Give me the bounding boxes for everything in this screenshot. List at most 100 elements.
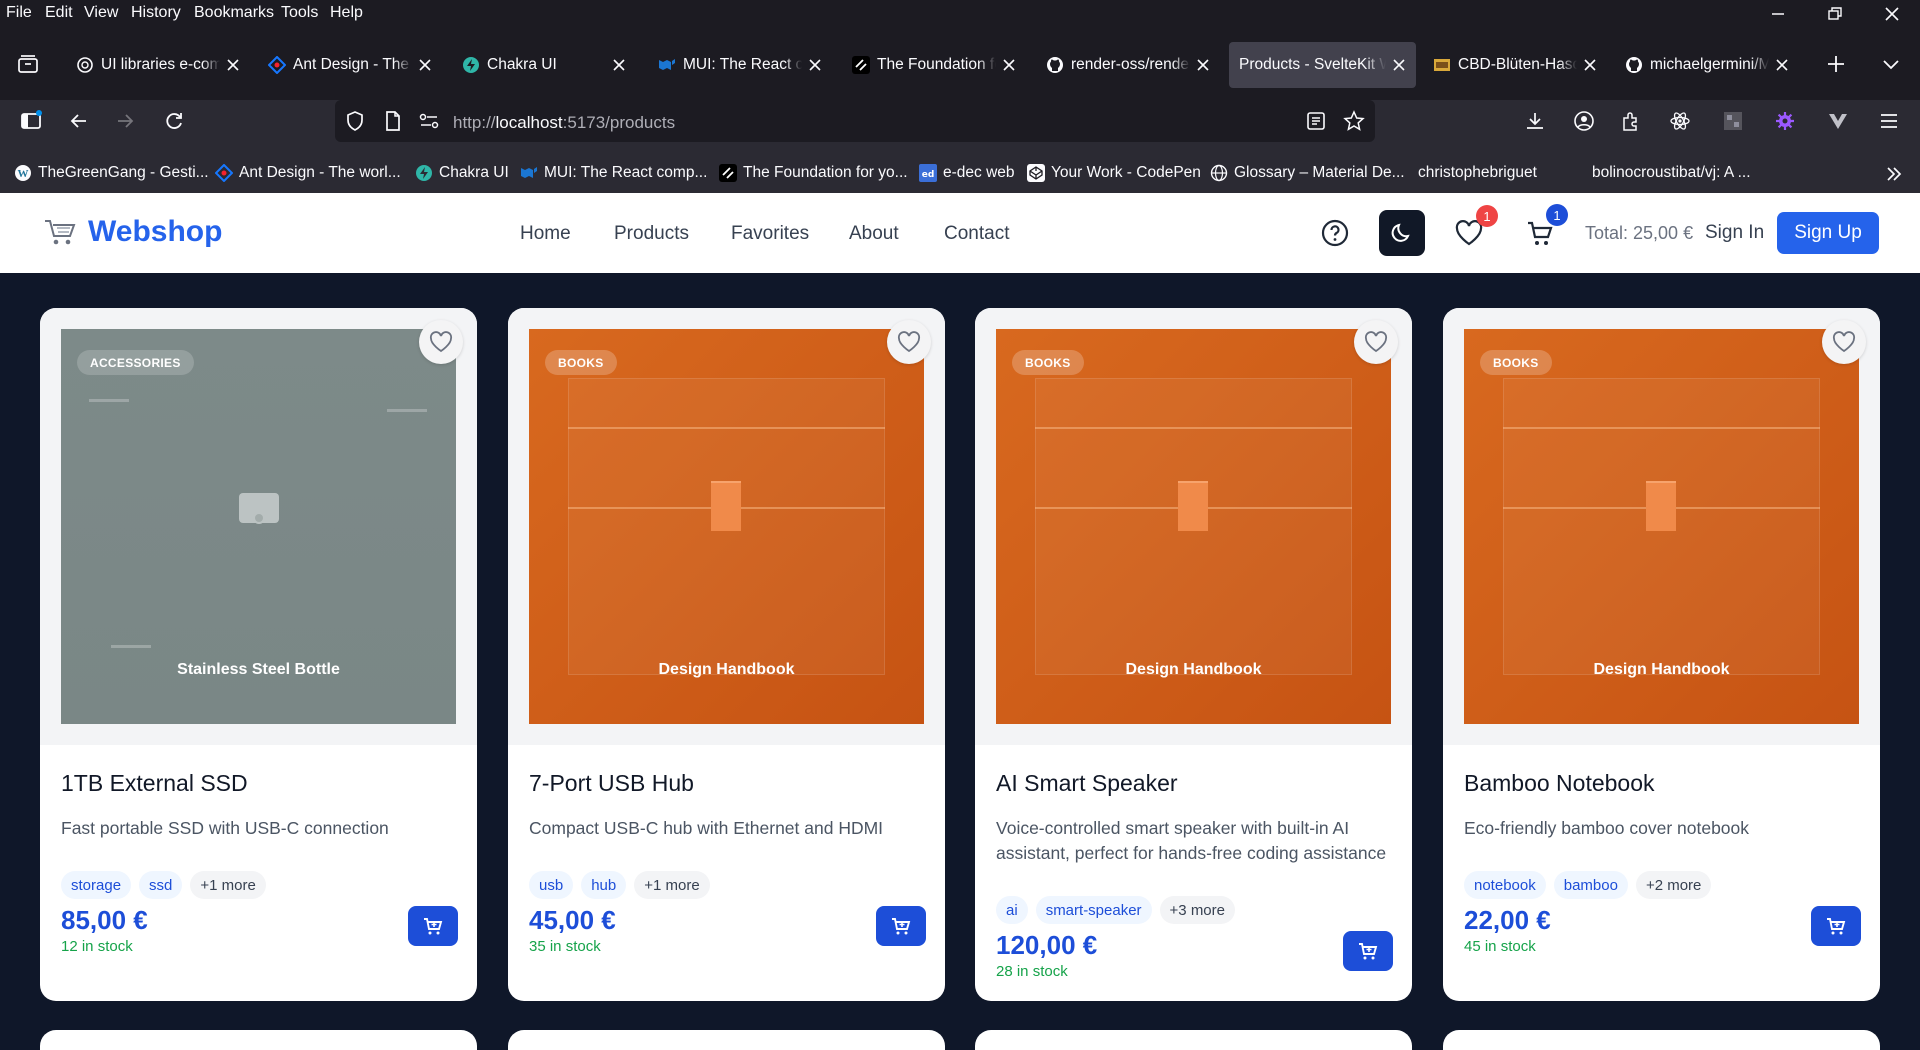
- permissions-icon[interactable]: [418, 110, 440, 132]
- nav-favorites[interactable]: Favorites: [731, 223, 809, 245]
- restore-icon[interactable]: [1824, 5, 1844, 23]
- cart-icon[interactable]: [1526, 220, 1554, 248]
- close-tab-icon[interactable]: [1002, 58, 1016, 72]
- close-tab-icon[interactable]: [226, 58, 240, 72]
- bookmark-thegreengang[interactable]: W TheGreenGang - Gesti...: [14, 164, 209, 182]
- tag[interactable]: hub: [581, 871, 627, 899]
- tracking-protection-icon[interactable]: [344, 110, 366, 132]
- close-window-icon[interactable]: [1882, 5, 1902, 23]
- help-icon[interactable]: [1321, 219, 1349, 247]
- add-to-cart-button[interactable]: [408, 906, 458, 946]
- product-name[interactable]: 7-Port USB Hub: [529, 770, 694, 797]
- url-text[interactable]: http://localhost:5173/products: [453, 113, 675, 133]
- tag[interactable]: ai: [996, 896, 1028, 924]
- more-tags[interactable]: +1 more: [634, 871, 710, 899]
- close-tab-icon[interactable]: [1196, 58, 1210, 72]
- bookmark-mui[interactable]: MUI: The React comp...: [520, 164, 707, 182]
- list-all-tabs-icon[interactable]: [1880, 53, 1902, 75]
- close-tab-icon[interactable]: [418, 58, 432, 72]
- bookmark-edec[interactable]: ed e-dec web: [919, 164, 1015, 182]
- tag[interactable]: usb: [529, 871, 574, 899]
- bookmark-codepen[interactable]: Your Work - CodePen: [1027, 164, 1201, 182]
- dark-mode-toggle[interactable]: [1379, 210, 1425, 256]
- extensions-icon[interactable]: [1620, 110, 1642, 132]
- react-devtools-icon[interactable]: [1669, 110, 1691, 132]
- close-tab-icon[interactable]: [1775, 58, 1789, 72]
- tab-ui-libraries[interactable]: UI libraries e-comm: [66, 42, 250, 88]
- bookmark-christophebriguet[interactable]: christophebriguet: [1418, 164, 1537, 182]
- favorite-button[interactable]: [887, 320, 931, 364]
- close-tab-icon[interactable]: [612, 58, 626, 72]
- bookmark-foundation[interactable]: The Foundation for yo...: [719, 164, 908, 182]
- back-icon[interactable]: [68, 110, 90, 132]
- tab-chakra[interactable]: Chakra UI: [452, 42, 636, 88]
- bookmark-star-icon[interactable]: [1343, 110, 1365, 132]
- product-card[interactable]: BOOKS Design Handbook 7-Port USB Hub Com…: [508, 308, 945, 1001]
- close-tab-icon[interactable]: [808, 58, 822, 72]
- menu-view[interactable]: View: [84, 4, 118, 22]
- favorite-button[interactable]: [419, 320, 463, 364]
- tag[interactable]: notebook: [1464, 871, 1546, 899]
- tab-ant-design[interactable]: Ant Design - The wo: [258, 42, 442, 88]
- reader-view-icon[interactable]: [1305, 110, 1327, 132]
- nav-about[interactable]: About: [849, 223, 899, 245]
- more-tags[interactable]: +1 more: [190, 871, 266, 899]
- more-tags[interactable]: +3 more: [1159, 896, 1235, 924]
- tab-cbd[interactable]: CBD-Blüten-Hasch: [1423, 42, 1607, 88]
- minimize-icon[interactable]: [1768, 5, 1788, 23]
- nav-home[interactable]: Home: [520, 223, 571, 245]
- tab-render-oss[interactable]: render-oss/render: [1036, 42, 1220, 88]
- menu-help[interactable]: Help: [330, 4, 363, 22]
- reload-icon[interactable]: [163, 110, 185, 132]
- tab-products-active[interactable]: Products - SvelteKit W: [1229, 42, 1416, 88]
- add-to-cart-button[interactable]: [876, 906, 926, 946]
- sign-up-button[interactable]: Sign Up: [1777, 212, 1879, 254]
- tab-mui[interactable]: MUI: The React com: [648, 42, 832, 88]
- extension-gear-icon[interactable]: [1774, 110, 1796, 132]
- nav-contact[interactable]: Contact: [944, 223, 1009, 245]
- page-info-icon[interactable]: [382, 110, 404, 132]
- close-tab-icon[interactable]: [1392, 58, 1406, 72]
- product-card[interactable]: ACCESSORIES Stainless Steel Bottle 1TB E…: [40, 308, 477, 1001]
- nav-products[interactable]: Products: [614, 223, 689, 245]
- bookmark-chakra[interactable]: Chakra UI: [415, 164, 509, 182]
- tag[interactable]: ssd: [139, 871, 183, 899]
- tab-overview-icon[interactable]: [17, 53, 39, 75]
- product-name[interactable]: 1TB External SSD: [61, 770, 248, 797]
- bookmark-glossary[interactable]: Glossary – Material De...: [1210, 164, 1405, 182]
- sidebar-icon[interactable]: [20, 110, 42, 132]
- product-card[interactable]: BOOKS Design Handbook Bamboo Notebook Ec…: [1443, 308, 1880, 1001]
- extension-grid-icon[interactable]: [1722, 110, 1744, 132]
- tag[interactable]: bamboo: [1553, 871, 1628, 899]
- sign-in-link[interactable]: Sign In: [1705, 222, 1764, 244]
- close-tab-icon[interactable]: [1583, 58, 1597, 72]
- site-logo[interactable]: Webshop: [44, 215, 222, 249]
- product-card-next-row[interactable]: [1443, 1030, 1880, 1050]
- menu-edit[interactable]: Edit: [45, 4, 73, 22]
- favorite-button[interactable]: [1354, 320, 1398, 364]
- product-card[interactable]: BOOKS Design Handbook AI Smart Speaker V…: [975, 308, 1412, 1001]
- add-to-cart-button[interactable]: [1811, 906, 1861, 946]
- account-icon[interactable]: [1573, 110, 1595, 132]
- product-card-next-row[interactable]: [508, 1030, 945, 1050]
- chevron-right-icon[interactable]: [1883, 163, 1905, 185]
- downloads-icon[interactable]: [1524, 110, 1546, 132]
- menu-bookmarks[interactable]: Bookmarks: [194, 4, 274, 22]
- product-card-next-row[interactable]: [975, 1030, 1412, 1050]
- product-name[interactable]: AI Smart Speaker: [996, 770, 1178, 797]
- vue-devtools-icon[interactable]: [1827, 110, 1849, 132]
- menu-history[interactable]: History: [131, 4, 181, 22]
- tab-foundation[interactable]: The Foundation for: [842, 42, 1026, 88]
- forward-icon[interactable]: [114, 110, 136, 132]
- tag[interactable]: storage: [61, 871, 132, 899]
- product-name[interactable]: Bamboo Notebook: [1464, 770, 1655, 797]
- favorite-button[interactable]: [1822, 320, 1866, 364]
- new-tab-icon[interactable]: [1825, 53, 1847, 75]
- bookmark-ant-design[interactable]: Ant Design - The worl...: [215, 164, 401, 182]
- bookmark-bolinocroustibat[interactable]: bolinocroustibat/vj: A ...: [1592, 164, 1751, 182]
- menu-file[interactable]: File: [6, 4, 32, 22]
- menu-tools[interactable]: Tools: [281, 4, 318, 22]
- tab-michaelgermini[interactable]: michaelgermini/M: [1615, 42, 1799, 88]
- more-tags[interactable]: +2 more: [1635, 871, 1712, 899]
- app-menu-icon[interactable]: [1878, 110, 1900, 132]
